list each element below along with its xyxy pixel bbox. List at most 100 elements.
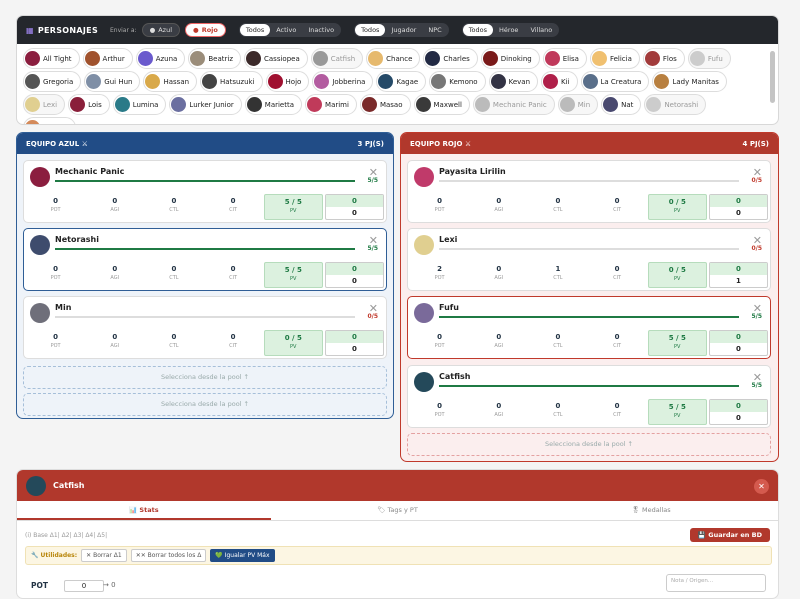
send-azul-button[interactable]: ● Azul [141,23,181,37]
hp-value: 0/5 [367,313,378,320]
hp-value: 5/5 [367,177,378,184]
chip-label: Beatriz [208,54,233,63]
match-max-hp-button[interactable]: 💚 Igualar PV Máx [210,549,275,562]
pool-scrollbar[interactable] [770,46,775,122]
character-chip[interactable]: Lois [68,94,110,115]
character-chip[interactable]: Mechanic Panic [472,94,555,115]
clear-delta1-button[interactable]: ✕ Borrar Δ1 [81,549,127,562]
character-card[interactable]: Netorashi ✕ 5/5 0 POT 0 AGI 0 CTL 0 CIT 5 / 5 PV 0 0 [23,228,387,291]
avatar [591,51,607,66]
character-chip[interactable]: Gui Hun [84,71,141,92]
character-chip[interactable]: Felicia [589,48,640,69]
chip-label: Gui Hun [104,77,133,86]
character-chip[interactable]: Min [557,94,599,115]
character-chip[interactable]: Kii [541,71,578,92]
character-chip[interactable]: Beatriz [188,48,241,69]
avatar [415,97,431,112]
character-chip[interactable]: Marimi [305,94,357,115]
character-chip[interactable]: Marietta [244,94,303,115]
character-chip[interactable]: Lurker Junior [169,94,242,115]
character-chip[interactable]: Kemono [429,71,486,92]
character-card[interactable]: Min ✕ 0/5 0 POT 0 AGI 0 CTL 0 CIT 0 / 5 PV 0 0 [23,296,387,359]
stat-agi: 0 AGI [110,197,120,213]
character-chip[interactable]: Maxwell [413,94,470,115]
stat-box[interactable]: 01 [708,262,769,288]
character-card[interactable]: Fufu ✕ 5/5 0 POT 0 AGI 0 CTL 0 CIT 5 / 5 PV 0 0 [407,296,771,359]
filter-align-villano[interactable]: Villano [524,24,558,36]
tab-tags[interactable]: 🏷 Tags y PT [271,501,525,520]
stat-pot: 0 POT [434,333,445,349]
character-chip[interactable]: Chance [366,48,421,69]
character-card[interactable]: Payasita Lirilin ✕ 0/5 0 POT 0 AGI 0 CTL 0 CIT 0 / … [407,160,771,223]
stat-row: 0 POT 0 AGI 0 CTL 0 CIT 0 / 5 PV 0 0 [411,194,769,220]
character-chip[interactable]: Azuna [135,48,186,69]
avatar [30,235,50,255]
character-chip[interactable]: Arthur [82,48,133,69]
character-chip[interactable]: Hassan [143,71,198,92]
stat-box[interactable]: 00 [708,399,769,425]
close-button[interactable]: ✕ [754,479,769,494]
filter-role-npc[interactable]: NPC [422,24,447,36]
character-chip[interactable]: Lumina [112,94,167,115]
avatar [474,97,490,112]
character-name: Lexi [439,235,458,244]
pot-input[interactable]: 0 [64,580,104,592]
character-card[interactable]: Mechanic Panic ✕ 5/5 0 POT 0 AGI 0 CTL 0 CIT 5 / 5P… [23,160,387,223]
note-field[interactable]: Nota / Origen... [666,574,766,592]
clear-all-deltas-button[interactable]: ✕✕ Borrar todos los Δ [130,549,207,562]
character-chip[interactable]: Lady Manitas [652,71,727,92]
character-card[interactable]: Lexi ✕ 0/5 2 POT 0 AGI 1 CTL 0 CIT 0 / 5 PV 0 1 [407,228,771,291]
stat-box[interactable]: 00 [708,330,769,356]
filter-status-todos[interactable]: Todos [239,24,271,36]
stat-agi: 0 AGI [110,333,120,349]
character-chip[interactable]: Hatsuzuki [200,71,263,92]
send-rojo-button[interactable]: ● Rojo [185,23,226,37]
chip-label: Kevan [508,77,531,86]
filter-role-jugador[interactable]: Jugador [385,24,422,36]
character-chip[interactable]: Gregoria [23,71,82,92]
character-chip[interactable]: Cassiopea [244,48,308,69]
team-blue-panel: EQUIPO AZUL ⚔ 3 PJ(S) Mechanic Panic ✕ 5/5 0… [16,132,394,419]
empty-slot[interactable]: Selecciona desde la pool ↑ [407,433,771,456]
character-chip[interactable]: Lexi [23,94,66,115]
character-chip[interactable]: All Tight [23,48,80,69]
empty-slot[interactable]: Selecciona desde la pool ↑ [23,393,387,416]
detail-header: Catfish [17,470,778,501]
filter-status-inactivo[interactable]: Inactivo [302,24,340,36]
character-chip[interactable]: Dinoking [480,48,540,69]
save-to-db-button[interactable]: 💾 Guardar en BD [689,528,770,542]
filter-align-todos[interactable]: Todos [462,24,494,36]
stat-agi: 0 AGI [494,402,504,418]
character-chip[interactable]: Charles [423,48,478,69]
stat-box[interactable]: 00 [324,262,385,288]
avatar [70,97,86,112]
chip-label: Maxwell [433,100,462,109]
character-chip[interactable]: Kevan [488,71,539,92]
character-chip[interactable]: Flos [642,48,685,69]
character-chip[interactable]: La Creatura [580,71,650,92]
avatar [559,97,575,112]
stat-box[interactable]: 00 [708,194,769,220]
chip-label: Nat [621,100,634,109]
character-chip[interactable]: Elisa [542,48,587,69]
characters-panel: ▦ PERSONAJES Enviar a: ● Azul ● Rojo Todo… [16,15,779,125]
filter-role-todos[interactable]: Todos [355,24,386,36]
character-chip[interactable]: Catfish [310,48,364,69]
character-chip[interactable]: Hojo [265,71,310,92]
character-chip[interactable]: Nat [601,94,642,115]
filter-status-activo[interactable]: Activo [270,24,302,36]
stat-box[interactable]: 00 [324,194,385,220]
tab-medals[interactable]: 🎖 Medallas [524,501,778,520]
empty-slot[interactable]: Selecciona desde la pool ↑ [23,366,387,389]
character-chip[interactable]: Fufu [687,48,731,69]
character-chip[interactable]: Okame [23,117,76,124]
chip-label: Min [577,100,591,109]
character-chip[interactable]: Kagae [376,71,427,92]
character-chip[interactable]: Netorashi [644,94,707,115]
filter-align-heroe[interactable]: Héroe [493,24,524,36]
stat-box[interactable]: 00 [324,330,385,356]
character-chip[interactable]: Masao [359,94,411,115]
tab-stats[interactable]: 📊 Stats [17,501,271,520]
character-card[interactable]: Catfish ✕ 5/5 0 POT 0 AGI 0 CTL 0 CIT 5 / 5 PV 0 0 [407,365,771,428]
character-chip[interactable]: Jobberina [312,71,374,92]
